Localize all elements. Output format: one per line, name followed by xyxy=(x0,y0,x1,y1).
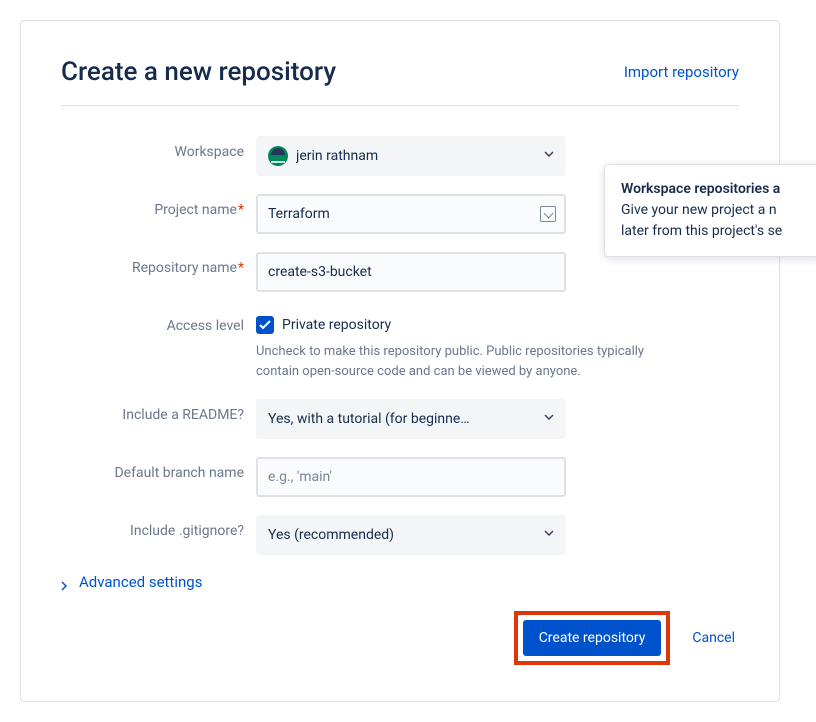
include-readme-label: Include a README? xyxy=(61,399,256,423)
include-readme-value: Yes, with a tutorial (for beginne… xyxy=(268,411,544,427)
include-gitignore-label: Include .gitignore? xyxy=(61,515,256,539)
default-branch-row: Default branch name xyxy=(61,457,739,497)
chevron-down-icon xyxy=(544,151,554,161)
workspace-select[interactable]: jerin rathnam xyxy=(256,136,566,176)
workspace-selected-value: jerin rathnam xyxy=(296,148,378,164)
advanced-settings-label: Advanced settings xyxy=(79,573,202,591)
project-name-tooltip: Workspace repositories a Give your new p… xyxy=(604,164,816,257)
tooltip-body-line2: later from this project's se xyxy=(621,221,807,242)
include-gitignore-select[interactable]: Yes (recommended) xyxy=(256,515,566,555)
default-branch-input[interactable] xyxy=(268,459,554,495)
cancel-button[interactable]: Cancel xyxy=(688,620,739,656)
include-gitignore-value: Yes (recommended) xyxy=(268,527,544,543)
import-repository-link[interactable]: Import repository xyxy=(624,63,739,81)
include-gitignore-row: Include .gitignore? Yes (recommended) xyxy=(61,515,739,555)
header-row: Create a new repository Import repositor… xyxy=(61,57,739,106)
create-repo-card: Create a new repository Import repositor… xyxy=(20,20,780,702)
chevron-right-icon xyxy=(61,577,71,587)
access-level-row: Access level Private repository Uncheck … xyxy=(61,310,739,381)
create-repository-button[interactable]: Create repository xyxy=(523,620,662,656)
actions-row: Create repository Cancel xyxy=(61,611,739,665)
default-branch-label: Default branch name xyxy=(61,457,256,481)
save-contact-icon[interactable] xyxy=(540,206,556,222)
repository-name-row: Repository name* xyxy=(61,252,739,292)
access-level-label: Access level xyxy=(61,310,256,334)
access-level-helper: Uncheck to make this repository public. … xyxy=(256,342,676,381)
workspace-label: Workspace xyxy=(61,136,256,160)
project-name-input[interactable] xyxy=(268,196,554,232)
page-title: Create a new repository xyxy=(61,57,336,87)
advanced-settings-toggle[interactable]: Advanced settings xyxy=(61,573,739,591)
chevron-down-icon xyxy=(544,414,554,424)
project-name-label: Project name* xyxy=(61,194,256,218)
repository-name-input-wrap xyxy=(256,252,566,292)
create-button-highlight: Create repository xyxy=(514,611,671,665)
tooltip-body-line1: Give your new project a n xyxy=(621,200,807,221)
private-repo-checkbox[interactable] xyxy=(256,316,274,334)
include-readme-select[interactable]: Yes, with a tutorial (for beginne… xyxy=(256,399,566,439)
include-readme-row: Include a README? Yes, with a tutorial (… xyxy=(61,399,739,439)
workspace-avatar-icon xyxy=(268,146,288,166)
private-repo-label: Private repository xyxy=(282,317,391,333)
repository-name-label: Repository name* xyxy=(61,252,256,276)
tooltip-title: Workspace repositories a xyxy=(621,181,780,197)
chevron-down-icon xyxy=(544,530,554,540)
repository-name-input[interactable] xyxy=(268,254,554,290)
project-name-input-wrap xyxy=(256,194,566,234)
default-branch-input-wrap xyxy=(256,457,566,497)
